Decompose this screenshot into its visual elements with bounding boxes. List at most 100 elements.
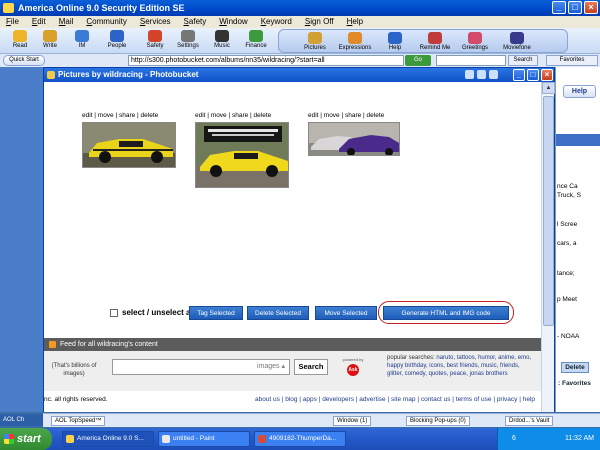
toolbar-write[interactable]: Write bbox=[32, 30, 68, 49]
search-area: (That's billions of images) images ▴ Sea… bbox=[44, 351, 541, 391]
select-all-checkbox[interactable] bbox=[110, 308, 118, 317]
aol-left-panel bbox=[0, 67, 43, 412]
aol-menu-bar: File Edit Mail Community Services Safety… bbox=[0, 16, 600, 28]
photo-item: edit | move | share | delete bbox=[195, 112, 289, 188]
aol-search-button[interactable]: Search bbox=[508, 55, 538, 66]
minimize-button[interactable]: _ bbox=[552, 1, 566, 14]
photo-item: edit | move | share | delete bbox=[308, 112, 400, 156]
toolbar-music[interactable]: Music bbox=[204, 30, 240, 49]
toolbar-remind-me[interactable]: Remind Me bbox=[417, 32, 453, 51]
menu-edit[interactable]: Edit bbox=[32, 16, 46, 28]
menu-file[interactable]: File bbox=[6, 16, 19, 28]
delete-selected-button[interactable]: Delete Selected bbox=[247, 306, 309, 320]
photo-actions[interactable]: edit | move | share | delete bbox=[195, 112, 289, 119]
select-all-label[interactable]: select / unselect all bbox=[122, 308, 195, 317]
menu-services[interactable]: Services bbox=[140, 16, 171, 28]
popular-searches-label: popular searches: bbox=[387, 355, 435, 361]
toolbar-moviefone[interactable]: Moviefone bbox=[499, 32, 535, 51]
pencil-icon bbox=[43, 30, 57, 42]
clock[interactable]: 11:32 AM bbox=[565, 428, 594, 450]
photo-thumbnail[interactable] bbox=[308, 122, 400, 156]
go-button[interactable]: Go bbox=[405, 55, 431, 66]
keyword-icon[interactable] bbox=[489, 70, 498, 79]
page-content: edit | move | share | delete edit | move… bbox=[44, 82, 541, 412]
tray-count[interactable]: 6 bbox=[512, 428, 516, 450]
run-icon[interactable] bbox=[477, 70, 486, 79]
paint-icon bbox=[162, 435, 170, 443]
toolbar-pictures[interactable]: Pictures bbox=[297, 32, 333, 51]
right-panel-line[interactable]: tance; bbox=[557, 270, 600, 277]
menu-safety[interactable]: Safety bbox=[184, 16, 207, 28]
right-panel-line[interactable]: - NOAA bbox=[557, 333, 600, 340]
photo-thumbnail[interactable] bbox=[82, 122, 176, 168]
feed-bar: Feed for all wildracing's content bbox=[44, 338, 541, 351]
menu-window[interactable]: Window bbox=[219, 16, 247, 28]
people-icon bbox=[110, 30, 124, 42]
maximize-button[interactable]: □ bbox=[568, 1, 582, 14]
image-search-input[interactable]: images ▴ bbox=[112, 359, 290, 375]
scroll-up-arrow[interactable]: ▲ bbox=[542, 82, 555, 94]
right-panel-line[interactable]: nce Ca bbox=[557, 183, 600, 190]
start-button[interactable]: start bbox=[0, 428, 52, 450]
aol-icon bbox=[66, 435, 74, 443]
toolbar-greetings[interactable]: Greetings bbox=[457, 32, 493, 51]
photo-thumbnail[interactable] bbox=[195, 122, 289, 188]
right-panel-line[interactable]: cars, a bbox=[557, 240, 600, 247]
vertical-scrollbar[interactable]: ▲ bbox=[541, 82, 555, 412]
aol-help-button[interactable]: Help bbox=[563, 85, 596, 98]
favorites-button[interactable]: Favorites bbox=[546, 55, 598, 66]
toolbar-channels: Pictures Expressions Help Remind Me Gree… bbox=[278, 29, 568, 53]
taskbar-item-aol[interactable]: America Online 9.0 S... bbox=[62, 431, 154, 447]
toolbar-im[interactable]: IM bbox=[64, 30, 100, 49]
rss-icon[interactable] bbox=[49, 341, 56, 348]
right-panel-line[interactable]: l Scree bbox=[557, 221, 600, 228]
menu-help[interactable]: Help bbox=[347, 16, 363, 28]
topspeed-indicator[interactable]: AOL TopSpeed™ bbox=[51, 416, 106, 426]
delete-button[interactable]: Delete bbox=[561, 362, 589, 373]
aol-title-bar: America Online 9.0 Security Edition SE _… bbox=[0, 0, 600, 16]
menu-keyword[interactable]: Keyword bbox=[261, 16, 292, 28]
inner-close-button[interactable]: × bbox=[541, 69, 553, 81]
search-note: (That's billions of images) bbox=[51, 363, 97, 377]
quick-start-button[interactable]: Quick Start bbox=[3, 55, 45, 66]
menu-mail[interactable]: Mail bbox=[59, 16, 74, 28]
inner-maximize-button[interactable]: □ bbox=[527, 69, 539, 81]
favorites-label[interactable]: : Favorites bbox=[558, 380, 591, 387]
toolbar-help[interactable]: Help bbox=[377, 32, 413, 51]
toolbar-expressions[interactable]: Expressions bbox=[337, 32, 373, 51]
inner-minimize-button[interactable]: _ bbox=[513, 69, 525, 81]
url-input[interactable]: http://s300.photobucket.com/albums/nn35/… bbox=[128, 55, 404, 66]
popup-blocker-button[interactable]: Blocking Pop-ups (0) bbox=[406, 416, 470, 426]
close-button[interactable]: × bbox=[584, 1, 598, 14]
shield-icon bbox=[148, 30, 162, 42]
aol-lower-bar: AOL TopSpeed™ Window (1) Blocking Pop-up… bbox=[43, 413, 600, 427]
popular-searches: popular searches: naruto, tattoos, humor… bbox=[387, 354, 537, 378]
menu-sign-off[interactable]: Sign Off bbox=[305, 16, 334, 28]
right-panel-line[interactable]: p Meet bbox=[557, 296, 600, 303]
smiley-icon bbox=[348, 32, 362, 44]
image-search-button[interactable]: Search bbox=[294, 359, 328, 375]
toolbar-settings[interactable]: Settings bbox=[170, 30, 206, 49]
aol-search-input[interactable] bbox=[436, 55, 506, 66]
window-menu-button[interactable]: Window (1) bbox=[333, 416, 372, 426]
taskbar-item-image[interactable]: 4909182-ThumperDa... bbox=[254, 431, 346, 447]
toolbar-safety[interactable]: Safety bbox=[137, 30, 173, 49]
powered-by-label: powered by bbox=[342, 357, 364, 362]
ask-logo: powered by Ask bbox=[342, 357, 364, 379]
feed-link[interactable]: Feed for all wildracing's content bbox=[60, 341, 158, 348]
move-selected-button[interactable]: Move Selected bbox=[315, 306, 377, 320]
windows-logo-icon bbox=[4, 434, 14, 444]
taskbar-item-paint[interactable]: untitled - Paint bbox=[158, 431, 250, 447]
select-all-row: select / unselect all bbox=[110, 308, 195, 317]
right-panel-line[interactable]: Truck, S bbox=[557, 192, 600, 199]
vault-button[interactable]: Drdod...'s Vault bbox=[505, 416, 554, 426]
toolbar-people[interactable]: People bbox=[99, 30, 135, 49]
scroll-thumb[interactable] bbox=[543, 96, 554, 326]
toolbar-finance[interactable]: Finance bbox=[238, 30, 274, 49]
menu-community[interactable]: Community bbox=[86, 16, 126, 28]
photo-actions[interactable]: edit | move | share | delete bbox=[308, 112, 400, 119]
tag-selected-button[interactable]: Tag Selected bbox=[189, 306, 243, 320]
photo-actions[interactable]: edit | move | share | delete bbox=[82, 112, 176, 119]
print-icon[interactable] bbox=[465, 70, 474, 79]
footer-link-list[interactable]: about us | blog | apps | developers | ad… bbox=[255, 396, 535, 403]
